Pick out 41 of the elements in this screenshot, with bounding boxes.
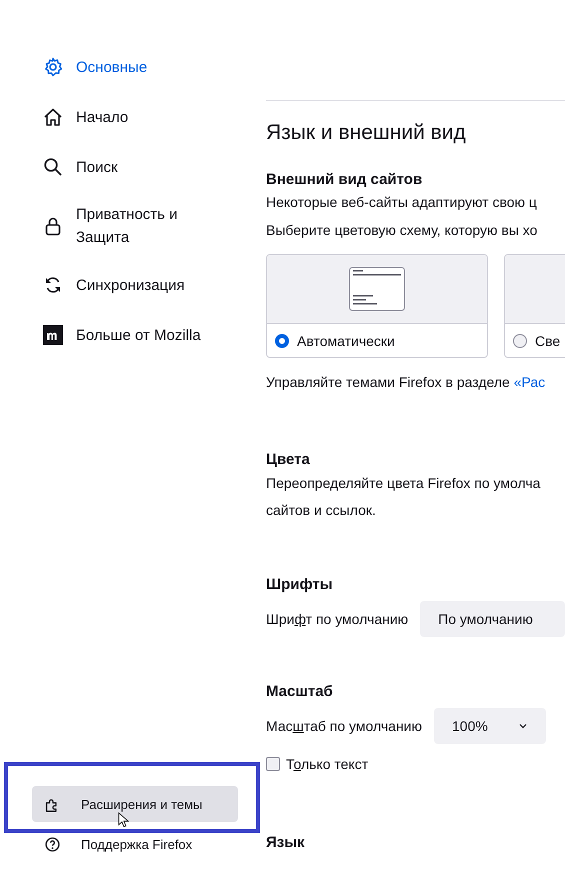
sidebar-item[interactable]: Начало [0,98,266,136]
section-heading: Внешний вид сайтов [266,171,424,188]
option-label: Автоматически [297,332,395,348]
sidebar-item[interactable]: Синхронизация [0,266,266,304]
section-title: Язык и внешний вид [266,121,467,145]
section-heading: Язык [266,834,306,851]
section-heading: Масштаб [266,683,334,700]
section-heading: Шрифты [266,576,334,593]
m-logo-icon [43,325,63,345]
description-text: Некоторые веб-сайты адаптируют свою ц [266,193,538,212]
page-preview-icon [349,267,405,311]
gear-icon [43,57,63,77]
field-label: Масштаб по умолчанию [266,718,422,734]
radio-button[interactable] [275,334,289,348]
chevron-down-icon [518,721,528,731]
sidebar-item[interactable]: Основные [0,48,266,86]
checkbox-label: Только текст [286,756,368,772]
lock-icon [43,216,63,236]
help-icon [44,836,61,852]
font-dropdown[interactable]: По умолчанию [420,601,565,637]
theme-option-card[interactable]: Све [504,254,565,358]
radio-button[interactable] [513,334,527,348]
home-icon [43,107,63,127]
option-label: Све [535,332,560,348]
sidebar-footer-link[interactable]: Расширения и темы [32,786,238,822]
sidebar-item[interactable]: Приватность и Защита [0,198,266,254]
cursor-icon [118,812,129,828]
field-label: Шрифт по умолчанию [266,611,408,627]
checkbox[interactable] [266,757,280,771]
sidebar-item[interactable]: Поиск [0,148,266,186]
search-icon [43,157,63,177]
description-text: Переопределяйте цвета Firefox по умолча сайтов и ссылок. [266,474,542,520]
zoom-dropdown[interactable]: 100% [434,708,546,744]
theme-option-card[interactable]: Автоматически [266,254,488,358]
description-text: Выберите цветовую схему, которую вы хо [266,221,538,240]
link[interactable]: «Рас [514,374,546,390]
sidebar-footer-link[interactable]: Поддержка Firefox [32,834,238,854]
note-text: Управляйте темами Firefox в разделе «Рас [266,373,546,392]
sidebar-item[interactable]: Больше от Mozilla [0,316,266,354]
section-heading: Цвета [266,451,311,468]
sync-icon [43,275,63,295]
